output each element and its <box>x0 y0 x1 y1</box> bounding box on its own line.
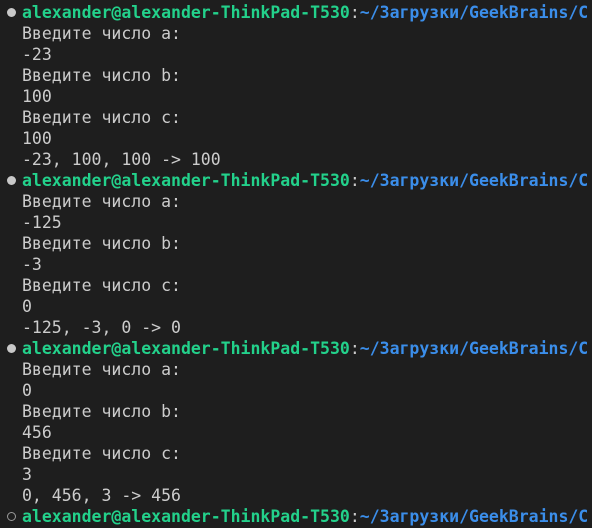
prompt-separator: : <box>349 3 360 22</box>
output-line: Введите число b: <box>22 66 181 85</box>
prompt-separator: : <box>349 339 360 358</box>
command-success-decoration-icon[interactable] <box>7 8 16 17</box>
output-line: -3 <box>22 255 42 274</box>
output-line: 100 <box>22 87 52 106</box>
output-line: -23 <box>22 45 52 64</box>
output-line: Введите число a: <box>22 24 181 43</box>
prompt-separator: : <box>349 507 360 526</box>
output-line: 456 <box>22 423 52 442</box>
output-line: -125 <box>22 213 62 232</box>
output-line: -23, 100, 100 -> 100 <box>22 150 221 169</box>
prompt-line: alexander@alexander-ThinkPad-T530:~/Загр… <box>0 506 592 527</box>
output-line: Введите число c: <box>22 276 181 295</box>
output-line: Введите число c: <box>22 444 181 463</box>
prompt-line: alexander@alexander-ThinkPad-T530:~/Загр… <box>0 2 592 23</box>
output-line: 100 <box>22 129 52 148</box>
output-line: Введите число b: <box>22 402 181 421</box>
prompt-user-host: alexander@alexander-ThinkPad-T530 <box>22 3 350 22</box>
prompt-path: ~/Загрузки/GeekBrains/C <box>359 339 589 358</box>
output-line: Введите число b: <box>22 234 181 253</box>
prompt-path: ~/Загрузки/GeekBrains/C <box>359 3 589 22</box>
prompt-user-host: alexander@alexander-ThinkPad-T530 <box>22 171 350 190</box>
output-line: Введите число c: <box>22 108 181 127</box>
prompt-user-host: alexander@alexander-ThinkPad-T530 <box>22 339 350 358</box>
output-line: 0 <box>22 297 32 316</box>
command-pending-decoration-icon[interactable] <box>7 512 16 521</box>
prompt-line: alexander@alexander-ThinkPad-T530:~/Загр… <box>0 170 592 191</box>
output-line: 0, 456, 3 -> 456 <box>22 486 181 505</box>
output-line: Введите число a: <box>22 360 181 379</box>
prompt-separator: : <box>349 171 360 190</box>
prompt-line: alexander@alexander-ThinkPad-T530:~/Загр… <box>0 338 592 359</box>
prompt-path: ~/Загрузки/GeekBrains/C <box>359 171 589 190</box>
terminal-panel[interactable]: alexander@alexander-ThinkPad-T530:~/Загр… <box>0 0 592 528</box>
command-success-decoration-icon[interactable] <box>7 176 16 185</box>
output-line: 0 <box>22 381 32 400</box>
prompt-user-host: alexander@alexander-ThinkPad-T530 <box>22 507 350 526</box>
prompt-path: ~/Загрузки/GeekBrains/C <box>359 507 589 526</box>
command-success-decoration-icon[interactable] <box>7 344 16 353</box>
output-line: -125, -3, 0 -> 0 <box>22 318 181 337</box>
output-line: Введите число a: <box>22 192 181 211</box>
output-line: 3 <box>22 465 32 484</box>
